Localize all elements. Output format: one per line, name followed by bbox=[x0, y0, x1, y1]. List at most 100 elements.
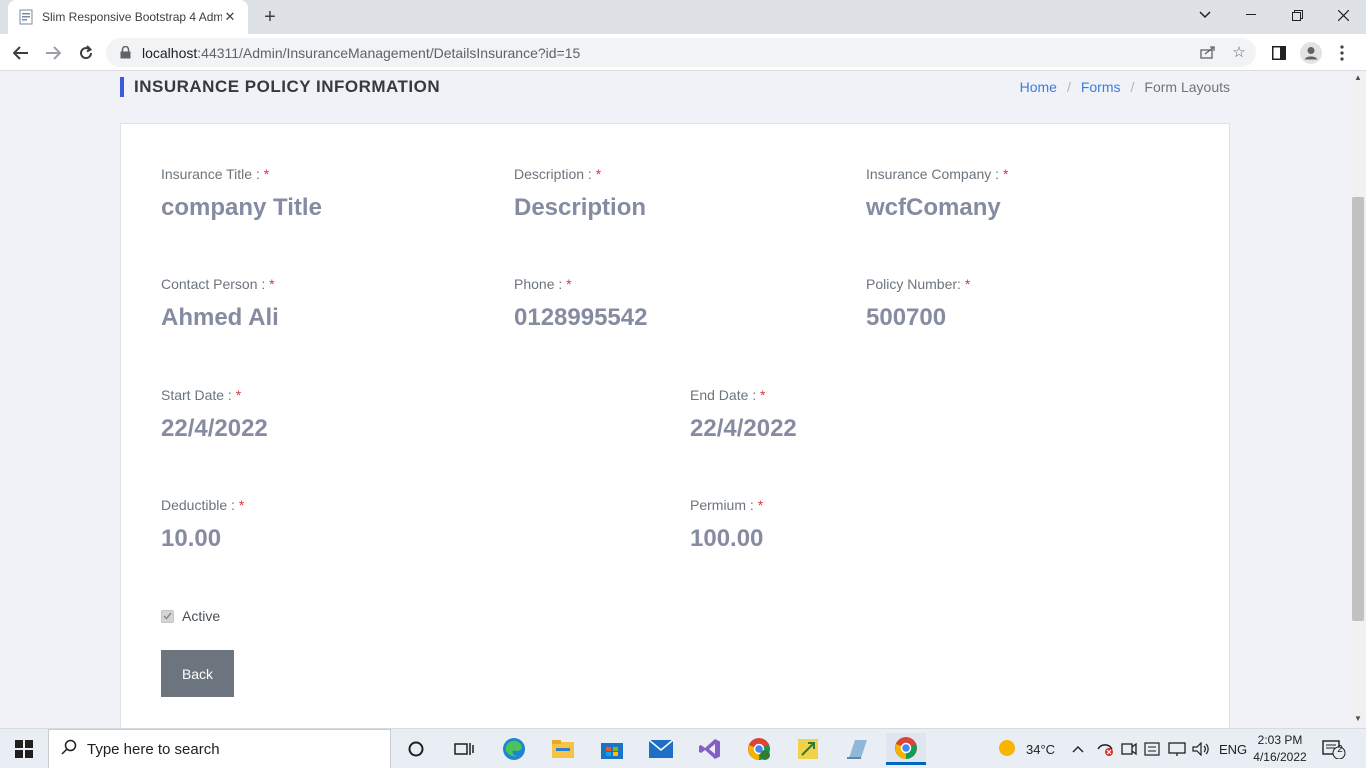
breadcrumb-separator: / bbox=[1066, 79, 1071, 95]
insurance-title-field: Insurance Title : * company Title bbox=[161, 166, 322, 222]
scroll-down-arrow-icon[interactable]: ▼ bbox=[1350, 712, 1366, 726]
contact-person-value: Ahmed Ali bbox=[161, 304, 279, 331]
notes-app-icon[interactable] bbox=[837, 733, 877, 765]
edge-browser-icon[interactable] bbox=[494, 733, 534, 765]
language-indicator[interactable]: ENG bbox=[1219, 729, 1247, 768]
language-text: ENG bbox=[1219, 741, 1248, 757]
url-text: localhost:44311/Admin/InsuranceManagemen… bbox=[142, 44, 581, 61]
lock-icon bbox=[118, 46, 132, 60]
policy-number-label: Policy Number: bbox=[866, 276, 961, 292]
taskbar-search-input[interactable]: Type here to search bbox=[48, 729, 391, 768]
required-mark: * bbox=[964, 276, 971, 292]
system-clock[interactable]: 2:03 PM 4/16/2022 bbox=[1246, 732, 1314, 766]
insurance-company-value: wcfComany bbox=[866, 194, 1001, 221]
permium-field: Permium : * 100.00 bbox=[690, 497, 763, 553]
meet-now-icon[interactable] bbox=[1121, 729, 1137, 768]
tab-search-chevron-icon[interactable] bbox=[1182, 0, 1228, 30]
task-view-icon[interactable] bbox=[444, 733, 484, 765]
scroll-thumb[interactable] bbox=[1352, 197, 1364, 621]
breadcrumb-separator: / bbox=[1130, 79, 1135, 95]
contact-person-label: Contact Person : bbox=[161, 276, 266, 292]
browser-tab-bar: Slim Responsive Bootstrap 4 Adm ✕ + bbox=[0, 0, 1366, 34]
required-mark: * bbox=[235, 387, 242, 403]
required-mark: * bbox=[566, 276, 572, 292]
deductible-label: Deductible : bbox=[161, 497, 235, 513]
utility-app-icon[interactable] bbox=[788, 733, 828, 765]
description-value: Description bbox=[514, 194, 647, 221]
required-mark: * bbox=[1002, 166, 1009, 182]
browser-menu-icon[interactable] bbox=[1329, 40, 1355, 66]
network-warning-icon[interactable] bbox=[1096, 729, 1114, 768]
breadcrumb-forms-link[interactable]: Forms bbox=[1081, 79, 1121, 95]
browser-toolbar: localhost:44311/Admin/InsuranceManagemen… bbox=[0, 34, 1366, 71]
end-date-label: End Date : bbox=[690, 387, 757, 403]
tab-close-icon[interactable]: ✕ bbox=[222, 9, 238, 25]
start-date-field: Start Date : * 22/4/2022 bbox=[161, 387, 268, 443]
mail-icon[interactable] bbox=[641, 733, 681, 765]
profile-avatar-icon[interactable] bbox=[1298, 40, 1324, 66]
required-mark: * bbox=[269, 276, 275, 292]
required-mark: * bbox=[263, 166, 270, 182]
address-bar[interactable]: localhost:44311/Admin/InsuranceManagemen… bbox=[106, 38, 1256, 67]
description-field: Description : * Description bbox=[514, 166, 646, 222]
search-icon bbox=[61, 739, 77, 760]
breadcrumb-home-link[interactable]: Home bbox=[1020, 79, 1057, 95]
required-mark: * bbox=[595, 166, 602, 182]
permium-value: 100.00 bbox=[690, 525, 764, 552]
reload-icon[interactable] bbox=[73, 40, 99, 66]
policy-number-value: 500700 bbox=[866, 304, 947, 331]
side-panel-icon[interactable] bbox=[1266, 40, 1292, 66]
network-icon[interactable] bbox=[1168, 729, 1186, 768]
close-window-button[interactable] bbox=[1320, 0, 1366, 30]
chrome-taskbar-icon[interactable] bbox=[886, 733, 926, 765]
new-tab-button[interactable]: + bbox=[258, 5, 282, 29]
forward-arrow-icon[interactable] bbox=[40, 40, 66, 66]
volume-icon[interactable] bbox=[1192, 729, 1210, 768]
page-header: INSURANCE POLICY INFORMATION Home / Form… bbox=[120, 77, 1230, 99]
weather-widget[interactable]: 34°C bbox=[998, 729, 1055, 768]
phone-field: Phone : * 0128995542 bbox=[514, 276, 647, 332]
microsoft-store-icon[interactable] bbox=[592, 733, 632, 765]
active-checkbox[interactable] bbox=[161, 609, 174, 623]
page-favicon-icon bbox=[18, 9, 34, 25]
minimize-button[interactable] bbox=[1228, 0, 1274, 30]
notification-center-icon[interactable]: 2 bbox=[1322, 739, 1346, 759]
insurance-company-field: Insurance Company : * wcfComany bbox=[866, 166, 1008, 222]
input-method-icon[interactable] bbox=[1144, 729, 1160, 768]
cortana-icon[interactable] bbox=[396, 733, 436, 765]
required-mark: * bbox=[760, 387, 766, 403]
file-explorer-icon[interactable] bbox=[543, 733, 583, 765]
insurance-title-value: company Title bbox=[161, 194, 322, 221]
chrome-profile-icon[interactable] bbox=[739, 733, 779, 765]
breadcrumb-current: Form Layouts bbox=[1144, 79, 1230, 95]
bookmark-star-icon[interactable]: ☆ bbox=[1229, 42, 1249, 62]
phone-label: Phone : bbox=[514, 276, 563, 292]
scroll-up-arrow-icon[interactable]: ▲ bbox=[1350, 71, 1366, 85]
page-title: INSURANCE POLICY INFORMATION bbox=[120, 77, 440, 97]
share-icon[interactable] bbox=[1198, 42, 1218, 62]
deductible-value: 10.00 bbox=[161, 525, 222, 552]
end-date-field: End Date : * 22/4/2022 bbox=[690, 387, 797, 443]
policy-number-field: Policy Number: * 500700 bbox=[866, 276, 970, 332]
clock-time: 2:03 PM bbox=[1257, 733, 1303, 747]
page-scrollbar[interactable]: ▲ ▼ bbox=[1350, 71, 1366, 728]
restore-button[interactable] bbox=[1274, 0, 1320, 30]
back-button[interactable]: Back bbox=[161, 650, 234, 697]
start-date-label: Start Date : bbox=[161, 387, 232, 403]
show-hidden-icons-chevron-icon[interactable] bbox=[1072, 729, 1084, 768]
back-arrow-icon[interactable] bbox=[8, 40, 34, 66]
notification-count: 2 bbox=[1337, 744, 1343, 755]
start-date-value: 22/4/2022 bbox=[161, 415, 268, 442]
contact-person-field: Contact Person : * Ahmed Ali bbox=[161, 276, 279, 332]
weather-temperature: 34°C bbox=[1026, 741, 1056, 757]
insurance-details-card: Insurance Title : * company Title Descri… bbox=[120, 123, 1230, 728]
insurance-title-label: Insurance Title : bbox=[161, 166, 260, 182]
visual-studio-icon[interactable] bbox=[690, 733, 730, 765]
page-viewport: INSURANCE POLICY INFORMATION Home / Form… bbox=[0, 71, 1350, 728]
permium-label: Permium : bbox=[690, 497, 754, 513]
deductible-field: Deductible : * 10.00 bbox=[161, 497, 244, 553]
active-checkbox-row: Active bbox=[161, 608, 220, 624]
browser-tab[interactable]: Slim Responsive Bootstrap 4 Adm ✕ bbox=[8, 0, 248, 34]
windows-start-icon[interactable] bbox=[0, 729, 48, 768]
windows-taskbar: Type here to search 34°C ENG 2:03 PM 4/1… bbox=[0, 728, 1366, 768]
